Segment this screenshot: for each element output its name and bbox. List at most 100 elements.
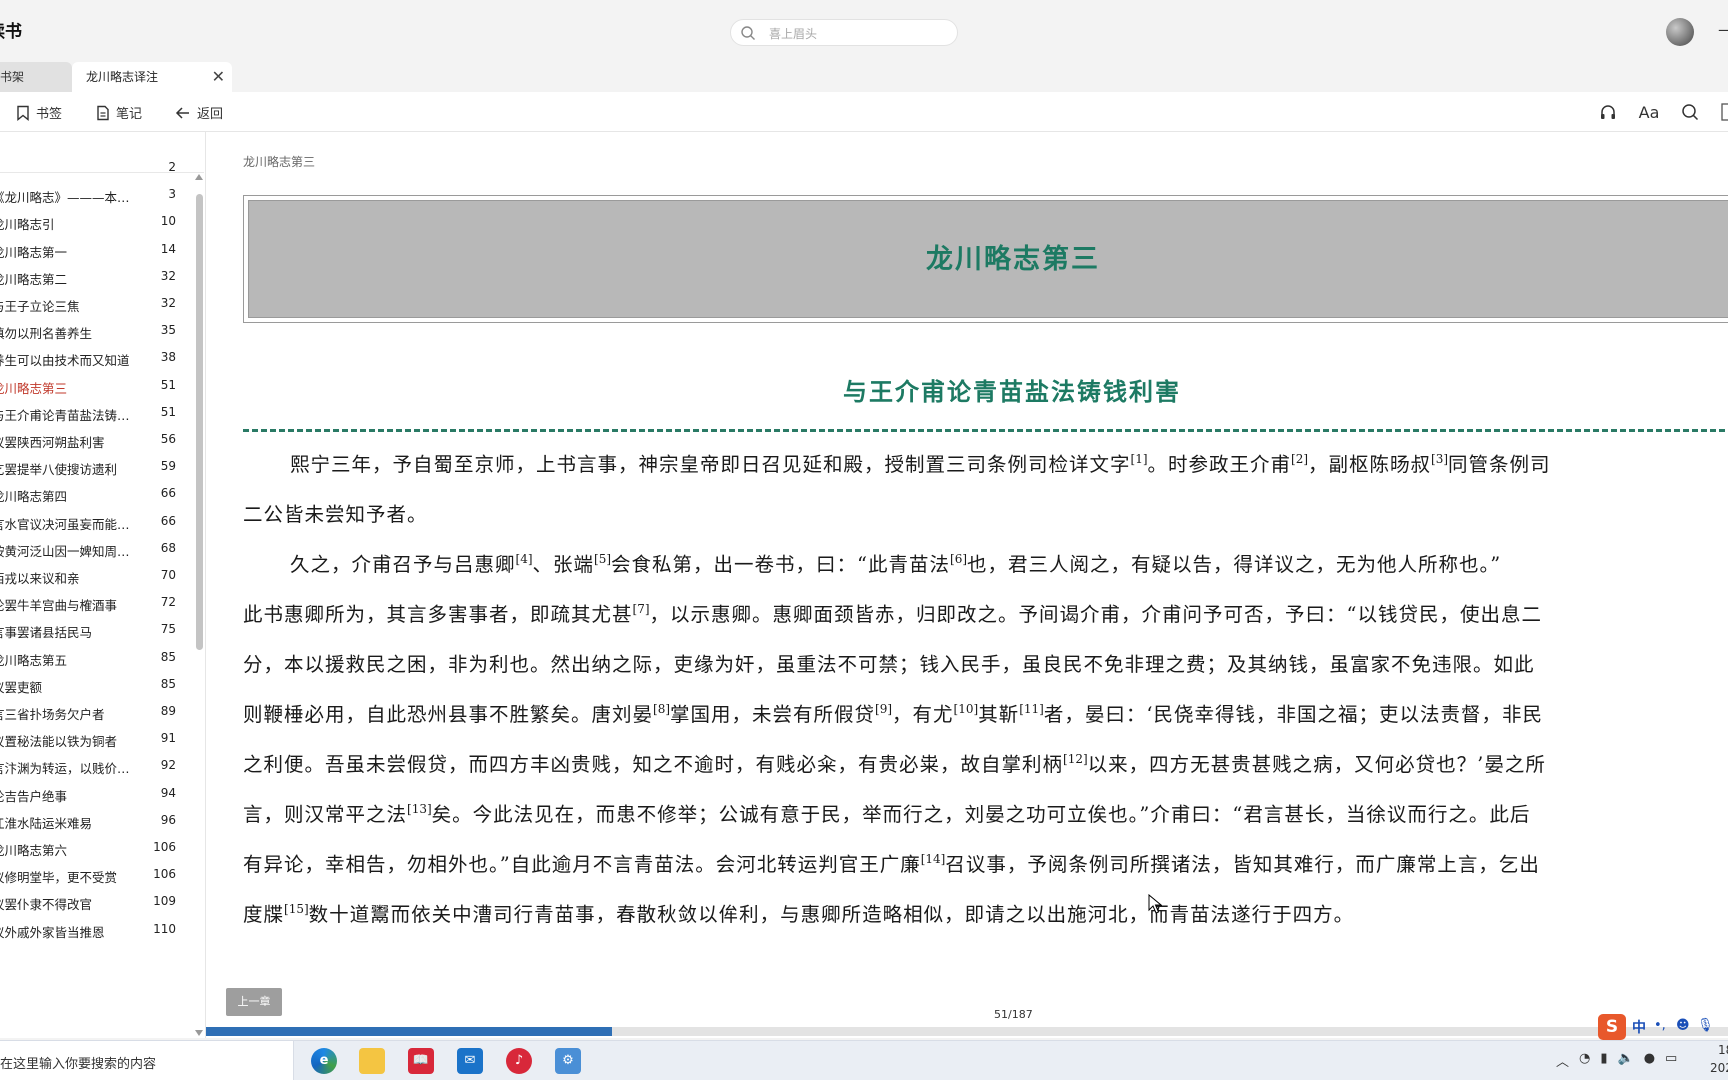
footnote-marker[interactable]: [2]: [1291, 452, 1308, 466]
tool-app-icon[interactable]: ⚙: [555, 1048, 581, 1074]
mic-icon[interactable]: ▮: [1600, 1051, 1607, 1070]
back-label: 返回: [197, 107, 224, 122]
section-divider: [243, 429, 1728, 432]
reader-app-icon[interactable]: 📖: [408, 1048, 434, 1074]
footnote-marker[interactable]: [15]: [284, 902, 309, 916]
emoji-icon[interactable]: ☻: [1676, 1018, 1690, 1033]
scroll-up-arrow[interactable]: [195, 174, 203, 180]
notes-button[interactable]: 笔记: [96, 103, 142, 122]
clock-date[interactable]: 202: [1710, 1061, 1728, 1075]
footnote-marker[interactable]: [14]: [921, 852, 946, 866]
footnote-marker[interactable]: [5]: [594, 552, 611, 566]
toc-item[interactable]: 与王子立论三焦 32: [0, 296, 180, 318]
toc-item-page: 96: [160, 812, 176, 827]
text-segment: 此书惠卿所为，其言多害事者，即疏其尤甚: [243, 603, 633, 626]
toc-item-page: 89: [160, 704, 176, 718]
search-box[interactable]: 喜上眉头: [730, 19, 958, 46]
minimize-button[interactable]: —: [1718, 20, 1728, 39]
toc-item[interactable]: 言汴渊为转运，以贱价收... 92: [0, 758, 180, 780]
edge-icon[interactable]: e: [311, 1048, 337, 1074]
notes-label: 笔记: [116, 107, 143, 122]
scroll-thumb[interactable]: [196, 194, 203, 650]
footnote-marker[interactable]: [10]: [954, 702, 979, 716]
music-app-icon[interactable]: ♪: [506, 1048, 532, 1074]
toc-item[interactable]: 龙川略志第六 106: [0, 840, 180, 862]
search-icon: [741, 26, 755, 40]
toc-item[interactable]: 慎勿以刑名善养生 35: [0, 323, 180, 345]
prev-chapter-button[interactable]: 上一章: [226, 988, 282, 1016]
headphones-icon[interactable]: [1598, 102, 1618, 122]
footnote-marker[interactable]: [7]: [633, 602, 650, 616]
font-size-icon[interactable]: Aa: [1637, 102, 1661, 122]
toc-item[interactable]: 议外戚外家皆当推恩 110: [0, 922, 180, 944]
toc-item[interactable]: 言事罢诸县括民马 75: [0, 622, 180, 644]
chapter-title: 龙川略志第三: [926, 244, 1100, 275]
toc-item[interactable]: 2: [0, 160, 180, 182]
avatar[interactable]: [1666, 18, 1694, 46]
toc-item[interactable]: 江淮水陆运米难易 96: [0, 813, 180, 835]
toc-item[interactable]: 与王介甫论青苗盐法铸钱... 51: [0, 405, 180, 427]
footnote-marker[interactable]: [11]: [1019, 702, 1044, 716]
clock-time[interactable]: 18: [1718, 1043, 1728, 1057]
toc-item[interactable]: 龙川略志第一 14: [0, 242, 180, 264]
toc-item[interactable]: 乞罢提举八使搜访遗利 59: [0, 459, 180, 481]
back-button[interactable]: 返回: [175, 103, 223, 122]
footnote-marker[interactable]: [9]: [875, 702, 892, 716]
toc-item[interactable]: 西戎以来议和亲 70: [0, 568, 180, 590]
page-view-icon[interactable]: [1718, 102, 1728, 122]
microphone-icon[interactable]: 🎙: [1697, 1018, 1714, 1033]
toc-item[interactable]: 论罢牛羊宫曲与榷酒事 72: [0, 595, 180, 617]
tab-current-book[interactable]: 龙川略志译注 ✕: [72, 62, 232, 92]
tab-bookshelf[interactable]: 书架: [0, 62, 72, 92]
toc-item[interactable]: 按黄河泛山因一婢知周高而刺... 68: [0, 541, 180, 563]
mail-icon[interactable]: ✉: [457, 1048, 483, 1074]
toc-item[interactable]: 议罢陕西河朔盐利害 56: [0, 432, 180, 454]
toc-item[interactable]: 论吉告户绝事 94: [0, 786, 180, 808]
toc-item[interactable]: 议罢仆隶不得改官 109: [0, 894, 180, 916]
footnote-marker[interactable]: [13]: [407, 802, 432, 816]
toc-item[interactable]: 养生可以由技术而又知道 38: [0, 350, 180, 372]
toc-item-page: 106: [153, 867, 176, 882]
toc-scrollbar[interactable]: [194, 172, 204, 1038]
text-segment: 以来，四方无甚贵甚贱之病，又何必贷也？’晏之所: [1087, 753, 1546, 776]
toc-item[interactable]: 《龙川略志》———本值得一读... 3: [0, 187, 180, 209]
footnote-marker[interactable]: [6]: [950, 552, 967, 566]
toc-item[interactable]: 龙川略志第三 51: [0, 378, 180, 400]
toc-item-page: 70: [160, 568, 176, 582]
footnote-marker[interactable]: [1]: [1131, 452, 1148, 466]
toc-item-page: 51: [160, 377, 176, 392]
battery-icon[interactable]: ▭: [1665, 1051, 1677, 1070]
text-line: 有异论，幸相告，勿相外也。”自此逾月不言青苗法。会河北转运判官王广廉[14]召议…: [243, 840, 1728, 890]
text-segment: 则鞭棰必用，自此恐州县事不胜繁矣。唐刘晏: [243, 703, 654, 726]
ime-toolbar[interactable]: S 中 •, ☻ 🎙: [1598, 1012, 1728, 1042]
search-in-book-icon[interactable]: [1680, 102, 1700, 122]
ime-language[interactable]: 中: [1632, 1017, 1646, 1037]
toc-item[interactable]: 龙川略志第四 66: [0, 486, 180, 508]
toc-item[interactable]: 言水官议决河虽妄而能活人以... 66: [0, 514, 180, 536]
close-icon[interactable]: ✕: [212, 62, 225, 92]
network-icon[interactable]: ◔: [1579, 1051, 1590, 1070]
bookmark-button[interactable]: 书签: [16, 103, 62, 122]
text-segment: 召议事，予阅条例司所撰诸法，皆知其难行，而广廉常上言，乞出: [945, 853, 1540, 876]
text-line: 之利便。吾虽未尝假贷，而四方丰凶贵贱，知之不逾时，有贱必籴，有贵必粜，故自掌利柄…: [243, 740, 1728, 790]
scroll-down-arrow[interactable]: [195, 1030, 203, 1036]
footnote-marker[interactable]: [12]: [1063, 752, 1088, 766]
toc-item[interactable]: 龙川略志引 10: [0, 214, 180, 236]
toc-item[interactable]: 议置秘法能以铁为铜者 91: [0, 731, 180, 753]
taskbar-search[interactable]: 在这里输入你要搜索的内容: [0, 1041, 294, 1080]
file-explorer-icon[interactable]: [359, 1048, 385, 1074]
punctuation-icon[interactable]: •,: [1654, 1018, 1666, 1033]
chevron-up-icon[interactable]: ︿: [1556, 1051, 1569, 1070]
toc-item[interactable]: 议修明堂毕，更不受赏 106: [0, 867, 180, 889]
footnote-marker[interactable]: [8]: [653, 702, 670, 716]
footnote-marker[interactable]: [3]: [1431, 452, 1448, 466]
toc-item[interactable]: 议罢吏额 85: [0, 677, 180, 699]
qq-icon[interactable]: ●: [1644, 1051, 1655, 1070]
volume-icon[interactable]: 🔈: [1618, 1051, 1634, 1070]
toc-item[interactable]: 言三省扑场务欠户者 89: [0, 704, 180, 726]
toc-item[interactable]: 龙川略志第五 85: [0, 650, 180, 672]
reading-progress-bar[interactable]: [206, 1027, 1728, 1036]
toc-item[interactable]: 龙川略志第二 32: [0, 269, 180, 291]
footnote-marker[interactable]: [4]: [516, 552, 533, 566]
text-line: 分，本以援救民之困，非为利也。然出纳之际，吏缘为奸，虽重法不可禁；钱入民手，虽良…: [243, 640, 1728, 690]
